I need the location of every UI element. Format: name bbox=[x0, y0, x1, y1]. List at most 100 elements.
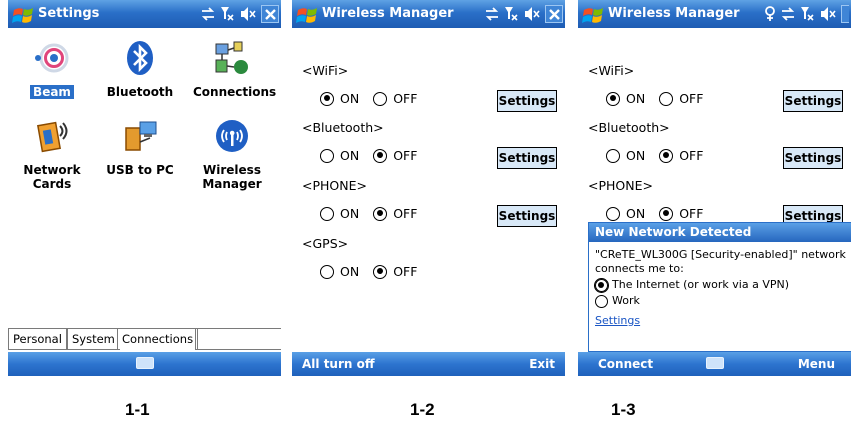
settings-screen: Settings Beam Bluetooth Connections Netw… bbox=[8, 0, 281, 386]
radio-button[interactable] bbox=[320, 148, 334, 163]
wifi-section-label: <WiFi> bbox=[302, 63, 349, 78]
wifi-settings-button[interactable]: Settings bbox=[783, 90, 843, 112]
new-network-dialog: New Network Detected "CReTE_WL300G [Secu… bbox=[588, 222, 851, 352]
wifi-settings-button[interactable]: Settings bbox=[497, 90, 557, 112]
phone-on-option[interactable]: ON bbox=[606, 206, 645, 221]
start-menu-icon[interactable] bbox=[582, 4, 604, 24]
app-usb-to-pc[interactable]: USB to PC bbox=[98, 116, 182, 177]
wifi-on-option[interactable]: ON bbox=[320, 91, 359, 106]
gps-off-option[interactable]: OFF bbox=[373, 264, 417, 279]
connectivity-icon[interactable] bbox=[201, 5, 215, 23]
tab-system[interactable]: System bbox=[67, 329, 120, 350]
radio-button[interactable] bbox=[594, 277, 609, 293]
bluetooth-on-option[interactable]: ON bbox=[606, 148, 645, 163]
radio-button[interactable] bbox=[373, 206, 388, 221]
volume-muted-icon[interactable] bbox=[820, 5, 836, 23]
dialog-title: New Network Detected bbox=[589, 223, 851, 242]
wireless-manager-dialog-screen: Wireless Manager <WiFi> ON OFF Settings … bbox=[578, 0, 851, 386]
connectivity-icon[interactable] bbox=[781, 5, 795, 23]
radio-label: OFF bbox=[393, 91, 418, 106]
bluetooth-on-option[interactable]: ON bbox=[320, 148, 359, 163]
radio-button[interactable] bbox=[659, 206, 674, 221]
app-connections[interactable]: Connections bbox=[190, 38, 276, 99]
title-bar: Wireless Manager bbox=[292, 0, 565, 28]
radio-button[interactable] bbox=[373, 264, 388, 279]
radio-button[interactable] bbox=[320, 206, 334, 221]
app-beam[interactable]: Beam bbox=[10, 38, 94, 99]
connectivity-icon[interactable] bbox=[485, 5, 499, 23]
close-button[interactable] bbox=[261, 5, 279, 23]
volume-muted-icon[interactable] bbox=[524, 5, 540, 23]
app-bluetooth[interactable]: Bluetooth bbox=[98, 38, 182, 99]
keyboard-icon[interactable] bbox=[135, 357, 154, 369]
bluetooth-off-option[interactable]: OFF bbox=[659, 148, 703, 163]
all-turn-off-softkey[interactable]: All turn off bbox=[302, 357, 375, 371]
signal-off-icon[interactable] bbox=[220, 5, 235, 23]
phone-section-label: <PHONE> bbox=[588, 178, 653, 193]
phone-section-label: <PHONE> bbox=[302, 178, 367, 193]
radio-label: OFF bbox=[393, 148, 418, 163]
signal-off-icon[interactable] bbox=[504, 5, 519, 23]
app-label: Wireless bbox=[203, 163, 261, 177]
connections-icon bbox=[215, 41, 248, 74]
signal-off-icon[interactable] bbox=[800, 5, 815, 23]
radio-button[interactable] bbox=[659, 91, 674, 106]
phone-settings-button[interactable]: Settings bbox=[497, 205, 557, 227]
connect-softkey[interactable]: Connect bbox=[598, 357, 653, 371]
phone-off-option[interactable]: OFF bbox=[373, 206, 417, 221]
title-bar: Wireless Manager bbox=[578, 0, 851, 28]
radio-button[interactable] bbox=[373, 148, 388, 163]
radio-button[interactable] bbox=[320, 91, 334, 106]
wifi-on-option[interactable]: ON bbox=[606, 91, 645, 106]
radio-label: ON bbox=[340, 264, 360, 279]
app-network-cards[interactable]: Network Cards bbox=[10, 116, 94, 191]
wifi-section-label: <WiFi> bbox=[588, 63, 635, 78]
volume-muted-icon[interactable] bbox=[240, 5, 256, 23]
work-option[interactable]: Work bbox=[595, 294, 851, 308]
radio-label: OFF bbox=[393, 206, 418, 221]
bluetooth-off-option[interactable]: OFF bbox=[373, 148, 417, 163]
bluetooth-section-label: <Bluetooth> bbox=[302, 120, 384, 135]
app-wireless-manager[interactable]: Wireless Manager bbox=[190, 116, 274, 191]
keyboard-icon[interactable] bbox=[705, 357, 724, 369]
app-label: Connections bbox=[193, 85, 277, 99]
gps-on-option[interactable]: ON bbox=[320, 264, 359, 279]
close-button[interactable] bbox=[841, 5, 849, 23]
title-bar: Settings bbox=[8, 0, 281, 28]
dialog-message: "CReTE_WL300G [Security-enabled]" networ… bbox=[595, 248, 846, 275]
tab-connections[interactable]: Connections bbox=[117, 329, 199, 349]
radio-button[interactable] bbox=[659, 148, 674, 163]
close-button[interactable] bbox=[545, 5, 563, 23]
dialog-settings-link[interactable]: Settings bbox=[595, 314, 640, 328]
radio-button[interactable] bbox=[373, 91, 388, 106]
wifi-off-option[interactable]: OFF bbox=[659, 91, 703, 106]
menu-softkey[interactable]: Menu bbox=[798, 357, 835, 371]
radio-button[interactable] bbox=[595, 294, 608, 308]
tab-personal[interactable]: Personal bbox=[8, 329, 67, 350]
phone-radio-group: ON OFF bbox=[606, 206, 717, 221]
soft-key-bar: Connect Menu bbox=[578, 352, 851, 376]
soft-key-bar bbox=[8, 352, 281, 376]
figure-caption-2: 1-2 bbox=[410, 400, 435, 419]
start-menu-icon[interactable] bbox=[12, 4, 34, 24]
phone-on-option[interactable]: ON bbox=[320, 206, 359, 221]
radio-label: ON bbox=[340, 206, 360, 221]
start-menu-icon[interactable] bbox=[296, 4, 318, 24]
internet-option[interactable]: The Internet (or work via a VPN) bbox=[594, 277, 851, 293]
radio-button[interactable] bbox=[606, 91, 620, 106]
close-icon bbox=[264, 8, 276, 20]
app-label: Beam bbox=[30, 85, 74, 99]
wifi-off-option[interactable]: OFF bbox=[373, 91, 417, 106]
tab-strip-filler bbox=[195, 329, 281, 350]
radio-label: ON bbox=[340, 148, 360, 163]
radio-button[interactable] bbox=[606, 206, 620, 221]
radio-button[interactable] bbox=[320, 264, 334, 279]
page-title: Settings bbox=[38, 6, 100, 21]
radio-button[interactable] bbox=[606, 148, 620, 163]
bluetooth-settings-button[interactable]: Settings bbox=[497, 147, 557, 169]
bluetooth-settings-button[interactable]: Settings bbox=[783, 147, 843, 169]
exit-softkey[interactable]: Exit bbox=[529, 357, 555, 371]
notification-icon[interactable] bbox=[764, 5, 776, 23]
wifi-radio-group: ON OFF bbox=[320, 91, 431, 106]
phone-off-option[interactable]: OFF bbox=[659, 206, 703, 221]
